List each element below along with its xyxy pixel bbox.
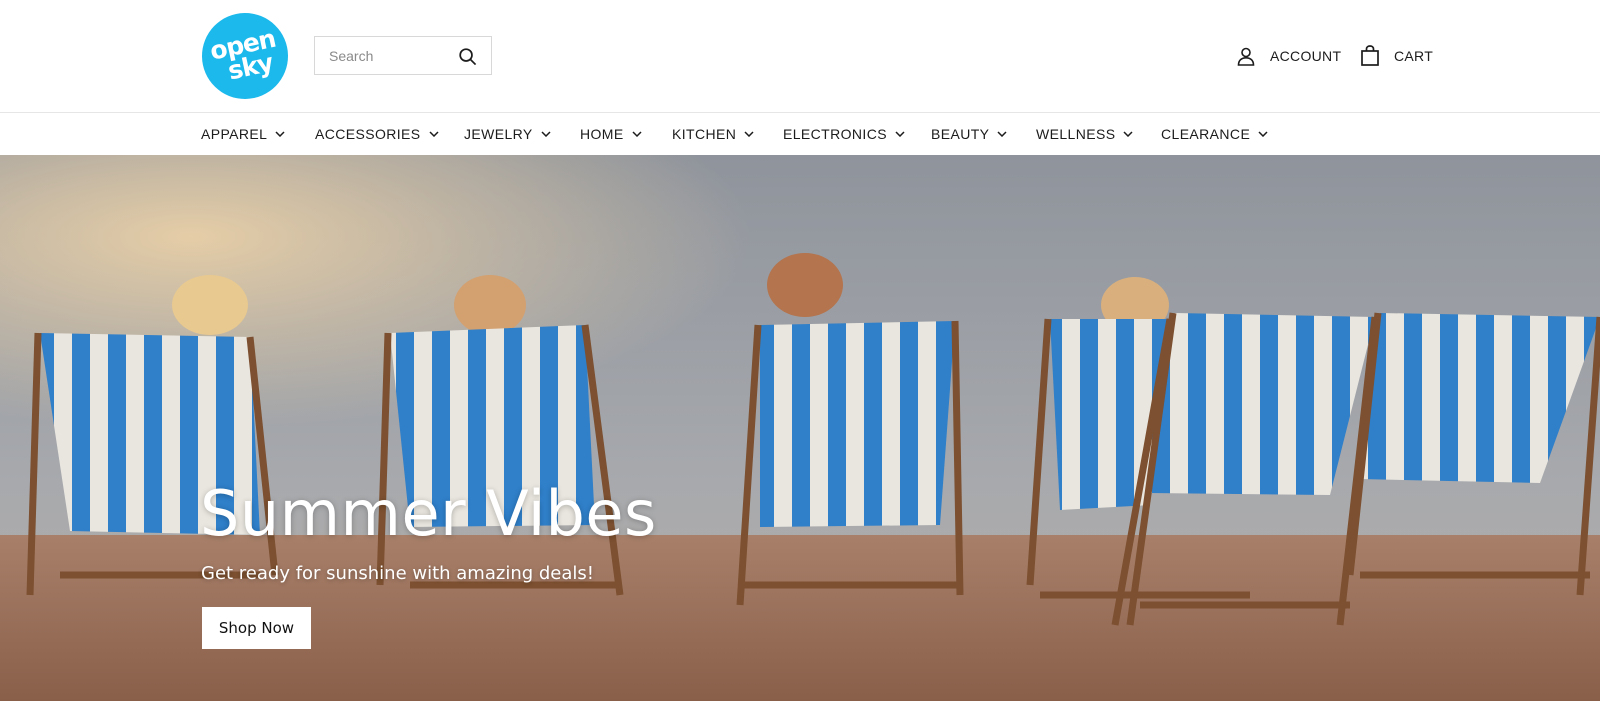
chevron-down-icon: [1258, 131, 1268, 137]
nav-item-label: KITCHEN: [672, 126, 737, 142]
chevron-down-icon: [632, 131, 642, 137]
hero-subtitle: Get ready for sunshine with amazing deal…: [201, 563, 595, 584]
account-link[interactable]: ACCOUNT: [1236, 44, 1341, 68]
open-sky-logo[interactable]: open sky: [193, 4, 297, 108]
chevron-down-icon: [429, 131, 439, 137]
hero-banner: Summer Vibes Get ready for sunshine with…: [0, 155, 1600, 701]
chevron-down-icon: [1123, 131, 1133, 137]
search-input[interactable]: [315, 37, 453, 74]
nav-item-clearance[interactable]: CLEARANCE: [1161, 113, 1268, 155]
main-navigation: APPAREL ACCESSORIES JEWELRY HOME KITCHEN…: [0, 113, 1600, 155]
nav-item-beauty[interactable]: BEAUTY: [931, 113, 1007, 155]
user-icon: [1237, 47, 1255, 66]
nav-item-jewelry[interactable]: JEWELRY: [464, 113, 551, 155]
search-icon[interactable]: [458, 47, 477, 66]
account-label: ACCOUNT: [1270, 48, 1342, 64]
nav-item-label: HOME: [580, 126, 624, 142]
cart-bag-icon: [1361, 45, 1379, 66]
chevron-down-icon: [895, 131, 905, 137]
nav-item-label: ELECTRONICS: [783, 126, 887, 142]
nav-item-label: BEAUTY: [931, 126, 990, 142]
nav-item-home[interactable]: HOME: [580, 113, 642, 155]
nav-item-label: JEWELRY: [464, 126, 533, 142]
logo-text-line2: sky: [225, 47, 276, 86]
nav-item-label: CLEARANCE: [1161, 126, 1251, 142]
nav-item-wellness[interactable]: WELLNESS: [1036, 113, 1133, 155]
nav-item-kitchen[interactable]: KITCHEN: [672, 113, 754, 155]
hero-title: Summer Vibes: [200, 477, 657, 550]
nav-item-apparel[interactable]: APPAREL: [201, 113, 285, 155]
nav-item-electronics[interactable]: ELECTRONICS: [783, 113, 905, 155]
site-header: open sky ACCOUNT CART: [0, 0, 1600, 112]
cart-link[interactable]: CART: [1360, 44, 1433, 68]
chevron-down-icon: [997, 131, 1007, 137]
nav-item-label: ACCESSORIES: [315, 126, 421, 142]
nav-item-label: WELLNESS: [1036, 126, 1116, 142]
chevron-down-icon: [744, 131, 754, 137]
chevron-down-icon: [275, 131, 285, 137]
chevron-down-icon: [541, 131, 551, 137]
nav-item-label: APPAREL: [201, 126, 268, 142]
cart-label: CART: [1394, 48, 1434, 64]
shop-now-button[interactable]: Shop Now: [202, 607, 311, 649]
search-box: [314, 36, 492, 75]
nav-item-accessories[interactable]: ACCESSORIES: [315, 113, 439, 155]
